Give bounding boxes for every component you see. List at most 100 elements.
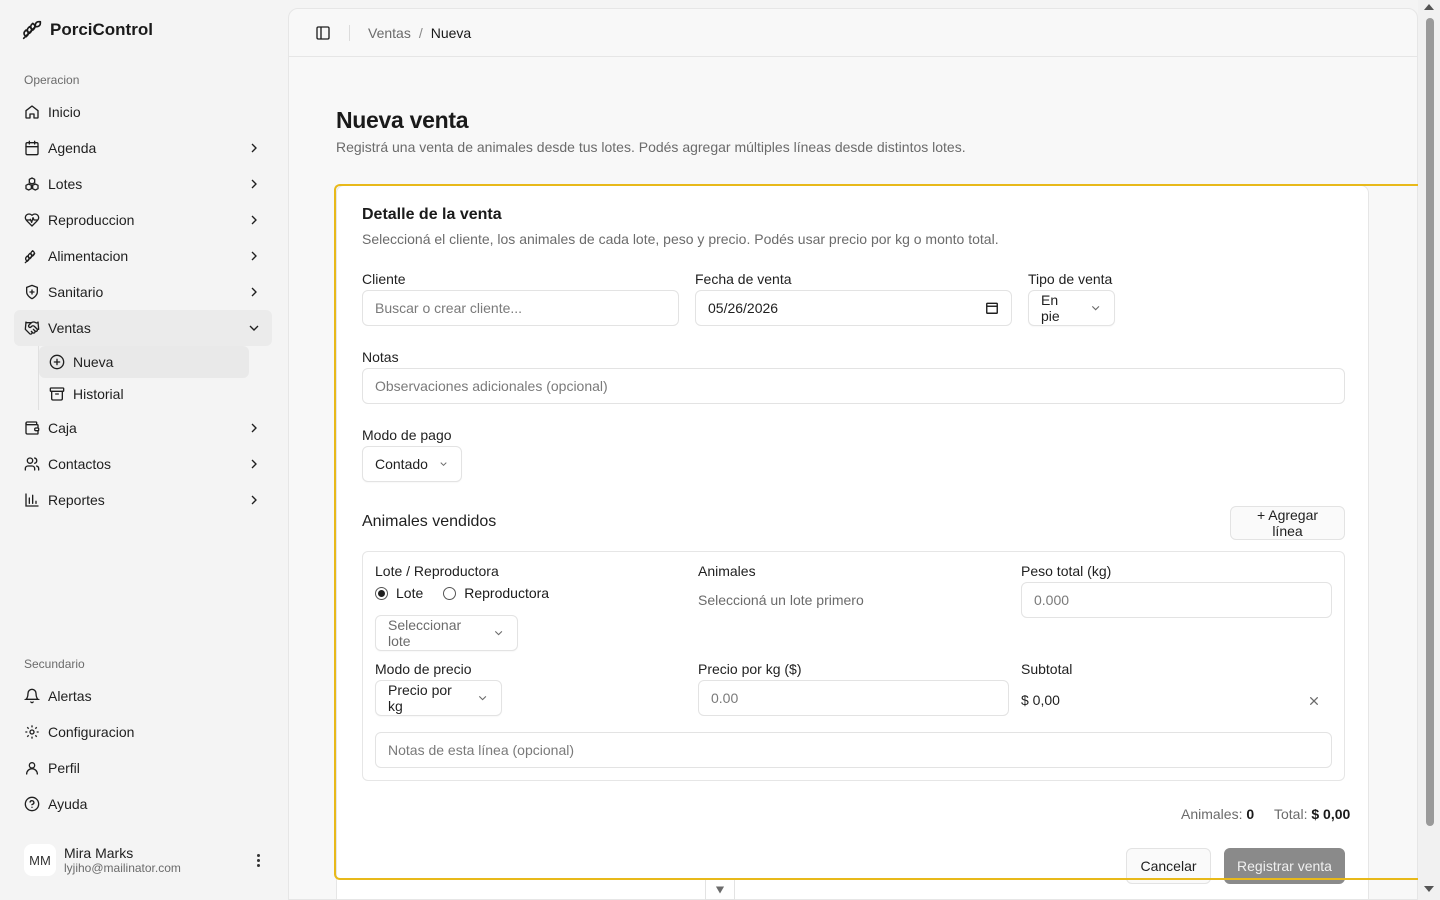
sidebar-item-label: Lotes (48, 176, 83, 192)
user-email: lyjiho@mailinator.com (64, 861, 181, 875)
radio-lote[interactable] (375, 586, 388, 600)
sidebar-item-alertas[interactable]: Alertas (14, 678, 272, 714)
sidebar-item-label: Inicio (48, 104, 81, 120)
form-title: Detalle de la venta (362, 206, 502, 223)
handshake-icon (24, 321, 40, 335)
sidebar-item-label: Perfil (48, 760, 80, 776)
user-menu[interactable]: MM Mira Marks lyjiho@mailinator.com (24, 842, 274, 878)
sidebar-item-caja[interactable]: Caja (14, 410, 272, 446)
sidebar-subitem-label: Historial (73, 386, 124, 402)
modo-precio-select[interactable]: Precio por kg (375, 680, 502, 716)
section-label-operacion: Operacion (24, 73, 80, 87)
scroll-up-arrow[interactable] (1424, 4, 1434, 10)
notas-field-wrap (362, 368, 1345, 404)
breadcrumb-ventas[interactable]: Ventas (368, 25, 411, 41)
precio-kg-input[interactable] (711, 690, 996, 706)
sidebar-item-label: Contactos (48, 456, 112, 472)
sidebar-item-label: Caja (48, 420, 77, 436)
chevron-down-icon (715, 886, 725, 893)
radio-reproductora[interactable] (443, 586, 457, 600)
brand[interactable]: PorciControl (22, 20, 153, 40)
radio-lote-label[interactable]: Lote (396, 585, 423, 601)
chevron-right-icon (251, 215, 257, 225)
sidebar-subitem-nueva[interactable]: Nueva (39, 346, 249, 378)
submit-sale-button[interactable]: Registrar venta (1224, 848, 1345, 884)
add-line-button[interactable]: + Agregar línea (1230, 506, 1345, 540)
sidebar-item-sanitario[interactable]: Sanitario (14, 274, 272, 310)
sidebar-item-label: Alertas (48, 688, 92, 704)
sidebar-item-label: Ayuda (48, 796, 88, 812)
sidebar-item-ventas[interactable]: Ventas (14, 310, 272, 346)
notas-input[interactable] (375, 378, 1332, 394)
totals-total-label: Total: (1274, 806, 1308, 822)
sidebar-item-lotes[interactable]: Lotes (14, 166, 272, 202)
sidebar-item-label: Reportes (48, 492, 105, 508)
modo-precio-value: Precio por kg (388, 682, 452, 714)
user-info: Mira Marks lyjiho@mailinator.com (64, 845, 181, 875)
secondary-nav: Alertas Configuracion Perfil Ayuda (14, 678, 272, 822)
sidebar-item-agenda[interactable]: Agenda (14, 130, 272, 166)
chevron-right-icon (251, 459, 257, 469)
line-notes-field-wrap (375, 732, 1332, 768)
sidebar-item-configuracion[interactable]: Configuracion (14, 714, 272, 750)
wallet-icon (25, 421, 40, 435)
page-scrollbar[interactable] (1418, 0, 1440, 900)
sidebar-item-alimentacion[interactable]: Alimentacion (14, 238, 272, 274)
form-subtitle: Seleccioná el cliente, los animales de c… (362, 231, 999, 247)
lote-select[interactable]: Seleccionar lote (375, 615, 518, 651)
chevron-down-icon (440, 462, 447, 467)
page-subtitle: Registrá una venta de animales desde tus… (336, 139, 966, 155)
cancel-button[interactable]: Cancelar (1126, 848, 1211, 884)
fecha-value: 05/26/2026 (708, 300, 779, 316)
calendar-icon (25, 140, 39, 156)
sidebar-subitem-historial[interactable]: Historial (39, 378, 249, 410)
more-vertical-icon[interactable] (250, 850, 266, 870)
sidebar-item-label: Sanitario (48, 284, 104, 300)
cliente-field-wrap (362, 290, 679, 326)
chevron-down-icon (478, 695, 487, 701)
sidebar-item-label: Agenda (48, 140, 97, 156)
chevron-right-icon (251, 423, 257, 433)
pago-select[interactable]: Contado (362, 446, 462, 482)
ventas-submenu: Nueva Historial (38, 346, 272, 410)
fecha-input[interactable]: 05/26/2026 (695, 290, 1012, 326)
scroll-hint[interactable] (705, 880, 735, 900)
gear-icon (25, 725, 39, 739)
scroll-down-arrow[interactable] (1424, 886, 1434, 892)
sale-line: Lote / Reproductora Lote Reproductora Se… (362, 551, 1345, 781)
radio-reproductora-label[interactable]: Reproductora (464, 585, 549, 601)
cliente-input[interactable] (375, 300, 666, 316)
main-panel: Ventas / Nueva Nueva venta Registrá una … (288, 8, 1418, 900)
bell-icon (24, 688, 40, 704)
chevron-right-icon (251, 287, 257, 297)
scroll-thumb[interactable] (1426, 18, 1434, 826)
sidebar-item-reproduccion[interactable]: Reproduccion (14, 202, 272, 238)
sidebar-item-inicio[interactable]: Inicio (14, 94, 272, 130)
user-name: Mira Marks (64, 845, 134, 861)
chevron-down-icon (249, 325, 259, 331)
sidebar-item-reportes[interactable]: Reportes (14, 482, 272, 518)
animales-hint: Seleccioná un lote primero (698, 592, 864, 608)
subtotal-value: $ 0,00 (1021, 692, 1060, 708)
precio-kg-label: Precio por kg ($) (698, 661, 802, 677)
plus-circle-icon (49, 354, 65, 370)
shield-plus-icon (26, 284, 38, 300)
calendar-picker-icon[interactable] (985, 301, 999, 315)
peso-input[interactable] (1034, 592, 1319, 608)
lote-type-radios: Lote Reproductora (375, 585, 549, 601)
wheat-icon (24, 250, 36, 264)
line-notes-input[interactable] (388, 742, 1319, 758)
chevron-right-icon (251, 143, 257, 153)
totals-animales-value: 0 (1246, 806, 1255, 822)
sidebar-toggle-icon[interactable] (315, 25, 331, 41)
chevron-down-icon (494, 630, 503, 636)
totals-animales-label: Animales: (1181, 806, 1243, 822)
breadcrumb-separator: / (418, 24, 423, 41)
peso-label: Peso total (kg) (1021, 563, 1112, 579)
tipo-select[interactable]: En pie (1028, 290, 1115, 326)
remove-line-icon[interactable] (1306, 693, 1322, 709)
sidebar-item-contactos[interactable]: Contactos (14, 446, 272, 482)
sidebar-item-ayuda[interactable]: Ayuda (14, 786, 272, 822)
sidebar-item-perfil[interactable]: Perfil (14, 750, 272, 786)
animales-section-title: Animales vendidos (362, 513, 497, 530)
